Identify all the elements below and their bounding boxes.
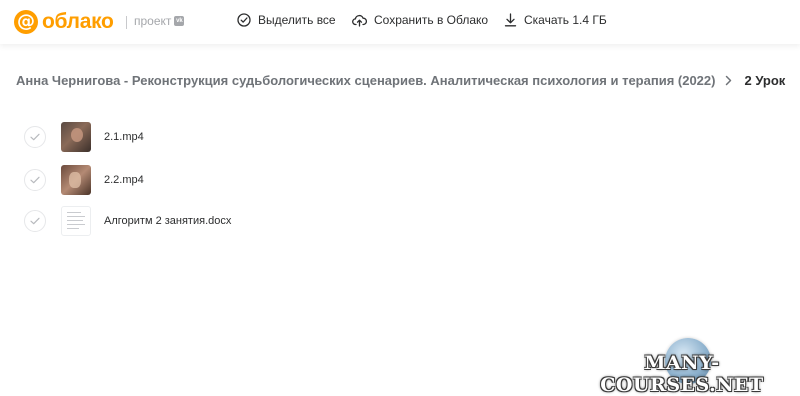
video-thumbnail <box>61 122 91 152</box>
check-circle-icon <box>237 13 251 27</box>
logo-divider <box>126 16 127 29</box>
list-item[interactable]: Алгоритм 2 занятия.docx <box>24 205 231 237</box>
list-item[interactable]: 2.2.mp4 <box>24 164 144 196</box>
checkmark-icon <box>30 217 40 225</box>
top-header: @ облако проект vk Выделить все Сохранит… <box>0 0 800 44</box>
document-thumbnail <box>61 206 91 236</box>
save-to-cloud-label: Сохранить в Облако <box>374 13 489 27</box>
watermark-text: MANY-COURSES.NET <box>600 352 764 396</box>
select-checkbox[interactable] <box>24 210 46 232</box>
file-name[interactable]: 2.2.mp4 <box>104 174 144 186</box>
checkmark-icon <box>30 133 40 141</box>
cloud-logo[interactable]: @ облако <box>14 10 114 34</box>
watermark: MANY-COURSES.NET <box>577 338 787 396</box>
logo-text: облако <box>42 10 114 33</box>
select-checkbox[interactable] <box>24 169 46 191</box>
download-label: Скачать 1.4 ГБ <box>524 13 607 27</box>
save-to-cloud-button[interactable]: Сохранить в Облако <box>352 13 488 27</box>
video-thumbnail <box>61 165 91 195</box>
select-all-label: Выделить все <box>258 13 336 27</box>
download-icon <box>504 13 517 27</box>
file-name[interactable]: Алгоритм 2 занятия.docx <box>104 215 231 227</box>
project-text: проект <box>134 14 172 28</box>
breadcrumb-parent-link[interactable]: Анна Чернигова - Реконструкция судьболог… <box>16 73 715 88</box>
vk-badge-icon: vk <box>174 16 185 26</box>
cloud-upload-icon <box>352 14 367 27</box>
chevron-right-icon <box>726 75 732 86</box>
select-all-button[interactable]: Выделить все <box>237 13 336 27</box>
checkmark-icon <box>30 176 40 184</box>
at-logo-icon: @ <box>14 10 38 34</box>
file-name[interactable]: 2.1.mp4 <box>104 131 144 143</box>
download-button[interactable]: Скачать 1.4 ГБ <box>504 13 607 27</box>
select-checkbox[interactable] <box>24 126 46 148</box>
list-item[interactable]: 2.1.mp4 <box>24 121 144 153</box>
breadcrumb-current: 2 Урок <box>744 73 786 88</box>
project-label: проект vk <box>134 14 185 28</box>
breadcrumb: Анна Чернигова - Реконструкция судьболог… <box>16 73 785 88</box>
